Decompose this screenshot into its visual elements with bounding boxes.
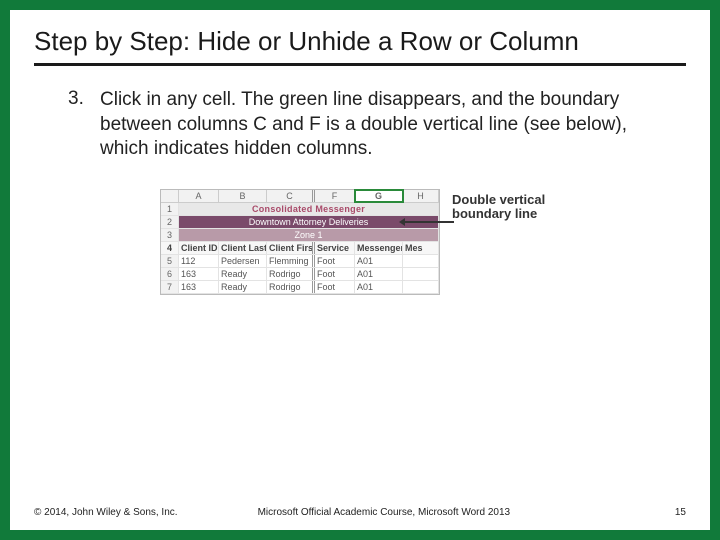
course-name: Microsoft Official Academic Course, Micr… xyxy=(178,507,656,518)
page-number: 15 xyxy=(656,507,686,518)
col-F: F xyxy=(315,190,355,202)
slide-title: Step by Step: Hide or Unhide a Row or Co… xyxy=(34,26,686,66)
step-text: Click in any cell. The green line disapp… xyxy=(100,88,686,161)
excel-figure: A B C F G H 1Consolidated Messenger 2Dow… xyxy=(160,189,560,295)
arrow-icon xyxy=(404,221,454,223)
col-C: C xyxy=(267,190,315,202)
col-G-selected: G xyxy=(355,190,403,202)
callout: Double vertical boundary line xyxy=(452,193,562,222)
zone-label: Zone 1 xyxy=(179,229,439,241)
table-row: 7 163 Ready Rodrigo Foot A01 xyxy=(161,281,439,294)
table-header: 4 Client ID Client Last Client First Ser… xyxy=(161,242,439,255)
callout-label: Double vertical boundary line xyxy=(452,193,562,222)
table-row: 6 163 Ready Rodrigo Foot A01 xyxy=(161,268,439,281)
col-A: A xyxy=(179,190,219,202)
copyright: © 2014, John Wiley & Sons, Inc. xyxy=(34,507,178,518)
column-headers: A B C F G H xyxy=(161,190,439,203)
col-H: H xyxy=(403,190,439,202)
spreadsheet: A B C F G H 1Consolidated Messenger 2Dow… xyxy=(160,189,440,295)
col-B: B xyxy=(219,190,267,202)
sheet-title: Consolidated Messenger xyxy=(179,203,439,215)
step-number: 3. xyxy=(68,88,100,161)
table-row: 5 112 Pedersen Flemming Foot A01 xyxy=(161,255,439,268)
